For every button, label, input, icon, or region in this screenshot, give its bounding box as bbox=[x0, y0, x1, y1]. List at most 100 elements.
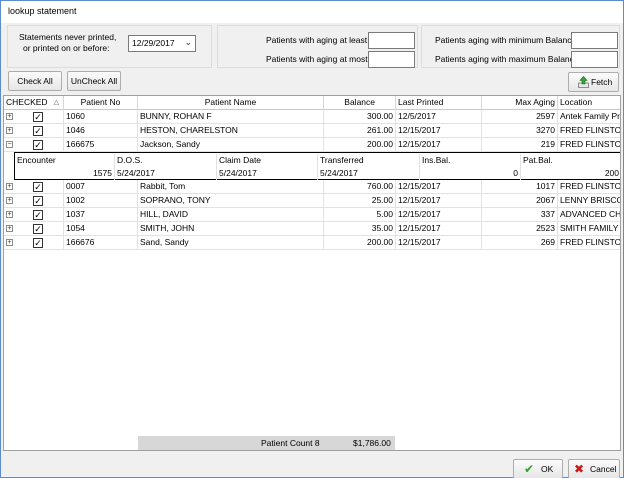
table-row[interactable]: + ✓ 166676 Sand, Sandy 200.00 12/15/2017 269 FR… bbox=[4, 236, 620, 250]
table-row[interactable]: − ✓ 166675 Jackson, Sandy 200.00 12/15/2017 21… bbox=[4, 138, 620, 152]
detail-header-pat-bal: Pat.Bal. bbox=[523, 155, 553, 165]
fetch-button[interactable]: Fetch bbox=[568, 72, 619, 92]
expand-icon[interactable]: + bbox=[6, 225, 13, 232]
cell-max-aging: 219 bbox=[482, 138, 558, 152]
cell-patient-no: 0007 bbox=[64, 180, 138, 194]
column-header-last-printed[interactable]: Last Printed bbox=[396, 96, 482, 110]
detail-pat-bal-value: 200 bbox=[604, 168, 619, 178]
check-all-button[interactable]: Check All bbox=[8, 71, 62, 91]
cell-patient-no: 1037 bbox=[64, 208, 138, 222]
lookup-statement-window: lookup statement Statements never printe… bbox=[0, 0, 624, 478]
ok-button[interactable]: ✔ OK bbox=[513, 459, 563, 478]
column-header-max-aging[interactable]: Max Aging bbox=[482, 96, 558, 110]
aging-most-input[interactable] bbox=[368, 51, 415, 68]
expand-icon[interactable]: + bbox=[6, 183, 13, 190]
balance-filter-panel: Patients aging with minimum Balance: Pat… bbox=[421, 25, 620, 68]
detail-ins-bal-value: 0 bbox=[420, 167, 521, 180]
printed-filter-panel: Statements never printed, or printed on … bbox=[7, 25, 212, 68]
aging-most-label: Patients with aging at most: bbox=[266, 54, 370, 64]
column-header-checked[interactable]: CHECKED △ bbox=[4, 96, 64, 110]
row-checkbox[interactable]: ✓ bbox=[33, 182, 43, 192]
row-checkbox[interactable]: ✓ bbox=[33, 238, 43, 248]
check-icon: ✔ bbox=[524, 462, 535, 476]
sort-ascending-icon: △ bbox=[53, 99, 59, 106]
cell-last-printed: 12/15/2017 bbox=[396, 138, 482, 152]
cell-location: FRED FLINSTONE bbox=[558, 124, 620, 138]
table-row[interactable]: + ✓ 1046 HESTON, CHARELSTON 261.00 12/15/2017… bbox=[4, 124, 620, 138]
cell-balance: 200.00 bbox=[324, 236, 396, 250]
uncheck-all-button[interactable]: UnCheck All bbox=[67, 71, 121, 91]
cell-balance: 5.00 bbox=[324, 208, 396, 222]
dialog-body: Statements never printed, or printed on … bbox=[1, 23, 623, 478]
cell-patient-name: HESTON, CHARELSTON bbox=[138, 124, 324, 138]
detail-transferred-value: 5/24/2017 bbox=[318, 167, 420, 180]
aging-least-input[interactable] bbox=[368, 32, 415, 49]
row-checkbox[interactable]: ✓ bbox=[33, 196, 43, 206]
max-balance-input[interactable] bbox=[571, 51, 618, 68]
cell-location: Antek Family Prac bbox=[558, 110, 620, 124]
table-row[interactable]: + ✓ 1060 BUNNY, ROHAN F 300.00 12/5/2017 2597 A… bbox=[4, 110, 620, 124]
cell-last-printed: 12/15/2017 bbox=[396, 222, 482, 236]
cell-location: FRED FLINSTONE bbox=[558, 236, 620, 250]
detail-header-claim-date: Claim Date bbox=[217, 154, 318, 167]
detail-dos-value: 5/24/2017 bbox=[115, 167, 217, 180]
aging-filter-panel: Patients with aging at least: Patients w… bbox=[217, 25, 418, 68]
detail-header-ins-bal: Ins.Bal. bbox=[420, 154, 521, 167]
detail-header-encounter: Encounter bbox=[15, 154, 115, 167]
row-checkbox[interactable]: ✓ bbox=[33, 224, 43, 234]
cell-max-aging: 2067 bbox=[482, 194, 558, 208]
expand-icon[interactable]: + bbox=[6, 127, 13, 134]
collapse-icon[interactable]: − bbox=[6, 141, 13, 148]
title-bar: lookup statement bbox=[1, 1, 623, 23]
cell-checked: + ✓ bbox=[4, 208, 64, 222]
cell-max-aging: 337 bbox=[482, 208, 558, 222]
grid-header: CHECKED △ Patient No Patient Name Balanc… bbox=[4, 96, 620, 110]
column-header-patient-no[interactable]: Patient No bbox=[64, 96, 138, 110]
patient-count: Patient Count 8 bbox=[261, 438, 320, 448]
column-header-location[interactable]: Location bbox=[558, 96, 620, 110]
never-printed-label: Statements never printed, bbox=[19, 32, 117, 42]
row-checkbox[interactable]: ✓ bbox=[33, 210, 43, 220]
table-row[interactable]: + ✓ 1002 SOPRANO, TONY 25.00 12/15/2017 2067 LE… bbox=[4, 194, 620, 208]
cell-max-aging: 269 bbox=[482, 236, 558, 250]
cancel-label: Cancel bbox=[590, 464, 617, 474]
printed-before-date-picker[interactable]: 12/29/2017 ⌄ bbox=[128, 35, 196, 52]
chevron-down-icon[interactable]: ⌄ bbox=[184, 37, 192, 48]
table-row[interactable]: + ✓ 0007 Rabbit, Tom 760.00 12/15/2017 1017 FRE… bbox=[4, 180, 620, 194]
expand-icon[interactable]: + bbox=[6, 211, 13, 218]
row-checkbox[interactable]: ✓ bbox=[33, 140, 43, 150]
ok-label: OK bbox=[541, 464, 554, 474]
cell-last-printed: 12/15/2017 bbox=[396, 194, 482, 208]
cell-patient-name: Rabbit, Tom bbox=[138, 180, 324, 194]
cell-location: FRED FLINSTONE bbox=[558, 180, 620, 194]
column-header-balance[interactable]: Balance bbox=[324, 96, 396, 110]
min-balance-label: Patients aging with minimum Balance: bbox=[435, 35, 579, 45]
cell-balance: 200.00 bbox=[324, 138, 396, 152]
cell-location: SMITH FAMILY PI bbox=[558, 222, 620, 236]
cell-checked: + ✓ bbox=[4, 110, 64, 124]
close-icon: ✖ bbox=[574, 462, 585, 476]
row-checkbox[interactable]: ✓ bbox=[33, 112, 43, 122]
printed-before-date-value: 12/29/2017 bbox=[132, 38, 175, 48]
row-checkbox[interactable]: ✓ bbox=[33, 126, 43, 136]
column-header-checked-label: CHECKED bbox=[6, 97, 48, 107]
cell-checked: − ✓ bbox=[4, 138, 64, 152]
cell-location: LENNY BRISCOE, bbox=[558, 194, 620, 208]
column-header-patient-name[interactable]: Patient Name bbox=[138, 96, 324, 110]
cell-max-aging: 2523 bbox=[482, 222, 558, 236]
expand-icon[interactable]: + bbox=[6, 197, 13, 204]
expand-icon[interactable]: + bbox=[6, 239, 13, 246]
cancel-button[interactable]: ✖ Cancel bbox=[568, 459, 620, 478]
cell-patient-name: SMITH, JOHN bbox=[138, 222, 324, 236]
cell-last-printed: 12/15/2017 bbox=[396, 208, 482, 222]
min-balance-input[interactable] bbox=[571, 32, 618, 49]
expand-icon[interactable]: + bbox=[6, 113, 13, 120]
cell-patient-name: SOPRANO, TONY bbox=[138, 194, 324, 208]
cell-balance: 760.00 bbox=[324, 180, 396, 194]
fetch-icon bbox=[578, 76, 589, 88]
table-row[interactable]: + ✓ 1054 SMITH, JOHN 35.00 12/15/2017 2523 SMIT… bbox=[4, 222, 620, 236]
patient-grid[interactable]: CHECKED △ Patient No Patient Name Balanc… bbox=[3, 95, 621, 451]
table-row[interactable]: + ✓ 1037 HILL, DAVID 5.00 12/15/2017 337 ADVANC… bbox=[4, 208, 620, 222]
cell-location: ADVANCED CHIR bbox=[558, 208, 620, 222]
grid-footer: Patient Count 8 $1,786.00 bbox=[3, 436, 621, 450]
